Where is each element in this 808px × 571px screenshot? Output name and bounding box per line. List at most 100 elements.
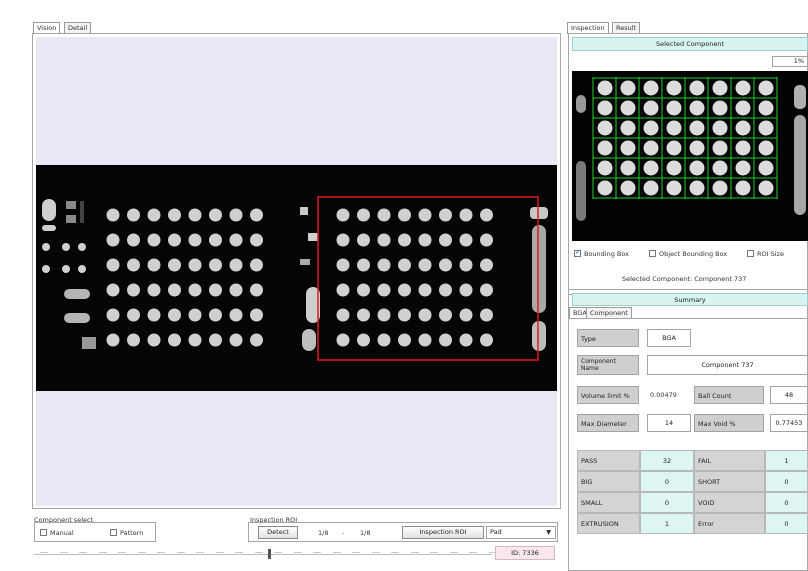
zoom-ball xyxy=(735,80,751,96)
component-left-1 xyxy=(42,199,56,221)
zoom-ball xyxy=(597,120,613,136)
zoom-ball xyxy=(712,100,728,116)
zoom-ball xyxy=(689,120,705,136)
table-row: SMALL 0 VOID 0 xyxy=(577,492,808,513)
solder-ball xyxy=(229,283,243,297)
image-slider[interactable] xyxy=(34,547,497,561)
side-dot xyxy=(42,265,50,273)
component-mid-5 xyxy=(302,329,316,351)
component-mid-1 xyxy=(300,207,308,215)
solder-ball xyxy=(377,233,391,247)
solder-ball xyxy=(168,258,181,272)
component-mid-2 xyxy=(308,233,318,241)
solder-ball xyxy=(459,283,473,297)
zoom-ball xyxy=(758,100,774,116)
object-bounding-box-checkbox[interactable] xyxy=(649,250,656,257)
slider-thumb[interactable] xyxy=(268,549,271,559)
solder-ball xyxy=(357,283,370,297)
slider-tick xyxy=(371,552,380,553)
solder-ball xyxy=(147,333,161,347)
zoom-ball xyxy=(712,160,728,176)
manual-checkbox[interactable] xyxy=(40,529,47,536)
solder-ball xyxy=(127,258,140,272)
volume-limit-label: Volume limit % xyxy=(577,386,639,404)
slider-tick xyxy=(196,552,204,553)
zoom-ball xyxy=(643,120,659,136)
zoom-ball xyxy=(735,120,751,136)
solder-ball xyxy=(398,208,411,222)
result-table: PASS 32 FAIL 1 BIG 0 SHORT 0 SMALL 0 VOI… xyxy=(577,450,808,536)
slider-tick xyxy=(391,552,399,553)
solder-ball xyxy=(168,283,181,297)
max-void-label: Max Void % xyxy=(694,414,764,432)
zoom-ball xyxy=(735,180,751,196)
solder-ball xyxy=(459,233,473,247)
object-bounding-box-label: Object Bounding Box xyxy=(659,250,728,258)
result-label: BIG xyxy=(577,471,640,492)
solder-ball xyxy=(106,208,120,222)
slider-tick xyxy=(313,552,321,553)
solder-ball xyxy=(459,208,473,222)
solder-ball xyxy=(418,283,432,297)
zoom-ball xyxy=(712,120,728,136)
zoom-bounding-grid xyxy=(592,77,778,199)
zoom-ball xyxy=(620,100,636,116)
solder-ball xyxy=(229,308,243,322)
solder-ball xyxy=(418,233,432,247)
solder-ball xyxy=(480,333,493,347)
solder-ball xyxy=(459,308,473,322)
solder-ball xyxy=(357,208,370,222)
component-mid-3 xyxy=(300,259,310,265)
slider-tick xyxy=(332,552,341,553)
slider-tick xyxy=(118,552,126,553)
zoom-ball xyxy=(666,80,682,96)
result-value: 1 xyxy=(765,450,808,471)
slider-tick xyxy=(215,552,224,553)
result-value: 0 xyxy=(640,471,694,492)
pattern-checkbox[interactable] xyxy=(110,529,117,536)
roi-size-checkbox[interactable] xyxy=(747,250,754,257)
xray-band xyxy=(36,165,557,391)
solder-ball xyxy=(147,208,161,222)
component-left-8 xyxy=(82,337,96,349)
zoom-ball xyxy=(712,80,728,96)
solder-ball xyxy=(418,258,432,272)
zoom-ball xyxy=(758,140,774,156)
zoom-ball xyxy=(758,160,774,176)
summary-tab-component[interactable]: Component xyxy=(586,307,632,318)
slider-tick xyxy=(176,552,185,553)
zoom-ball xyxy=(597,160,613,176)
solder-ball xyxy=(377,308,391,322)
side-dot xyxy=(42,243,50,251)
slider-ticks xyxy=(34,547,497,561)
result-label: VOID xyxy=(694,492,765,513)
image-canvas[interactable] xyxy=(36,37,557,506)
roi-type-dropdown[interactable]: Pad ▼ xyxy=(486,526,556,539)
zoom-field[interactable]: 1% xyxy=(772,56,808,67)
selected-component-title: Selected Component xyxy=(572,37,808,51)
component-right-3 xyxy=(532,321,546,351)
solder-ball xyxy=(168,333,181,347)
component-right-2 xyxy=(532,225,546,313)
solder-ball xyxy=(188,233,202,247)
roi-type-value: Pad xyxy=(490,528,502,536)
detect-button[interactable]: Detect xyxy=(258,526,298,539)
bounding-box-checkbox[interactable] xyxy=(574,248,581,257)
inspection-roi-button[interactable]: Inspection ROI xyxy=(402,526,484,539)
zoom-right-pad xyxy=(794,85,806,109)
pattern-label: Pattern xyxy=(120,529,144,537)
side-dot xyxy=(78,265,86,273)
solder-ball xyxy=(418,333,432,347)
component-zoom-image xyxy=(576,77,806,221)
solder-ball xyxy=(229,333,243,347)
solder-ball xyxy=(229,258,243,272)
solder-ball xyxy=(127,208,140,222)
result-value: 32 xyxy=(640,450,694,471)
component-name-label: Component Name xyxy=(577,355,639,375)
zoom-ball xyxy=(758,80,774,96)
solder-ball xyxy=(188,208,202,222)
slider-tick xyxy=(98,552,107,553)
zoom-ball xyxy=(643,100,659,116)
zoom-ball xyxy=(689,160,705,176)
zoom-ball xyxy=(666,100,682,116)
